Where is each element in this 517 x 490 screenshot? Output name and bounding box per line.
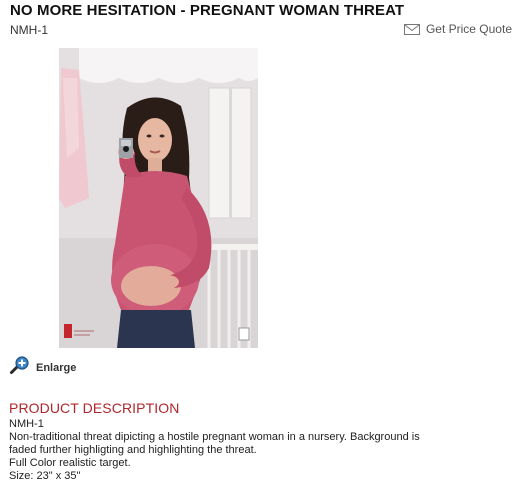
description-line: Non-traditional threat dipicting a hosti… <box>9 431 420 443</box>
get-price-quote-label: Get Price Quote <box>425 22 512 36</box>
product-description: NMH-1 Non-traditional threat dipicting a… <box>9 418 509 483</box>
zoom-in-icon <box>10 356 30 379</box>
description-line: Full Color realistic target. <box>9 457 131 469</box>
envelope-icon <box>403 23 420 35</box>
description-sku: NMH-1 <box>9 418 44 430</box>
description-line: faded further highligting and highlighti… <box>9 444 257 456</box>
product-image[interactable] <box>59 48 258 348</box>
get-price-quote-link[interactable]: Get Price Quote <box>403 22 512 36</box>
product-title: NO MORE HESITATION - PREGNANT WOMAN THRE… <box>10 2 405 19</box>
enlarge-button[interactable]: Enlarge <box>10 356 76 379</box>
description-line: Size: 23" x 35" <box>9 470 81 482</box>
product-sku: NMH-1 <box>10 23 48 37</box>
product-description-heading: PRODUCT DESCRIPTION <box>9 400 180 416</box>
enlarge-label: Enlarge <box>36 361 77 374</box>
